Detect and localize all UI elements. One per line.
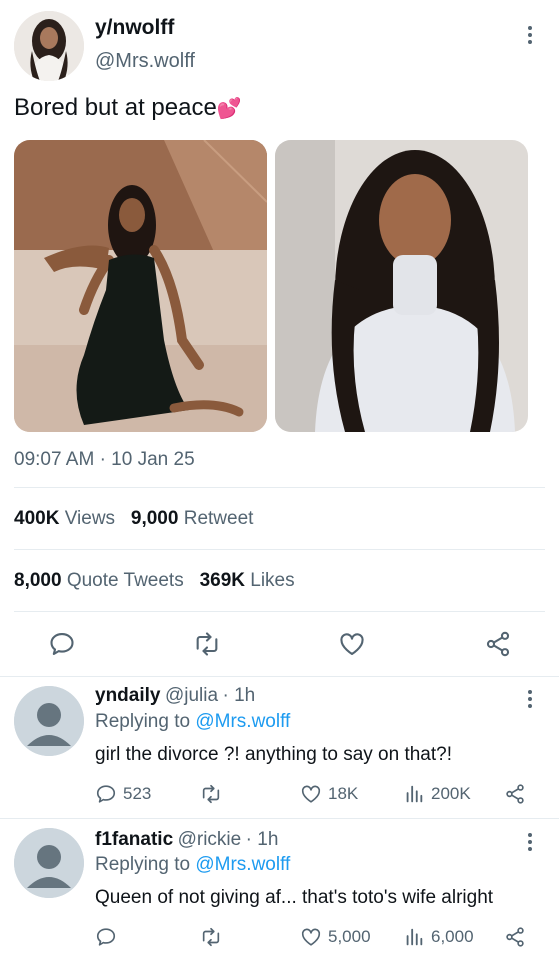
divider bbox=[0, 818, 559, 819]
quote-count: 8,000 bbox=[14, 570, 62, 591]
reply-button[interactable] bbox=[95, 926, 117, 948]
share-icon[interactable] bbox=[504, 926, 526, 953]
retweets-stat[interactable]: 9,000 Retweet bbox=[131, 508, 254, 529]
divider bbox=[14, 611, 545, 612]
tweet-text: Bored but at peace💕 bbox=[14, 94, 242, 122]
retweet-count: 9,000 bbox=[130, 508, 179, 529]
time-separator: · bbox=[99, 449, 106, 470]
views-icon bbox=[406, 928, 423, 946]
view-count: 6,000 bbox=[431, 927, 474, 946]
reply-text: Queen of not giving af... that's toto's … bbox=[95, 887, 494, 908]
like-icon bbox=[301, 785, 321, 803]
reply-time: · 1h bbox=[245, 829, 279, 850]
reply-header: yndaily @julia · 1h bbox=[95, 685, 255, 707]
share-icon[interactable] bbox=[504, 783, 526, 810]
reply-author-handle[interactable]: @julia bbox=[165, 685, 218, 706]
replying-to-link[interactable]: @Mrs.wolff bbox=[195, 854, 290, 875]
reply-header: f1fanatic @rickie · 1h bbox=[95, 829, 278, 851]
tweet-body: Bored but at peace bbox=[14, 94, 217, 121]
views-count: 400K bbox=[14, 508, 60, 529]
replying-to: Replying to @Mrs.wolff bbox=[95, 711, 290, 733]
like-button[interactable]: 18K bbox=[300, 783, 358, 805]
quote-label: Quote Tweets bbox=[66, 570, 184, 591]
likes-stat[interactable]: 369K Likes bbox=[200, 570, 295, 591]
retweet-button[interactable] bbox=[200, 926, 222, 948]
divider bbox=[14, 549, 545, 550]
like-icon[interactable] bbox=[338, 630, 366, 658]
divider bbox=[14, 487, 545, 488]
author-display-name[interactable]: y/nwolff bbox=[95, 16, 174, 40]
reply-text: girl the divorce ?! anything to say on t… bbox=[95, 744, 452, 765]
views-label: Views bbox=[64, 508, 116, 529]
like-icon bbox=[301, 928, 321, 946]
replying-prefix: Replying to bbox=[95, 711, 191, 732]
tweet-photo-2[interactable] bbox=[275, 140, 528, 432]
tweet-time: 09:07 AM bbox=[14, 449, 95, 470]
author-avatar[interactable] bbox=[14, 11, 84, 81]
reply-icon[interactable] bbox=[48, 630, 76, 658]
retweet-icon bbox=[202, 784, 220, 804]
reply-button[interactable]: 523 bbox=[95, 783, 151, 805]
two-hearts-emoji: 💕 bbox=[216, 98, 242, 120]
likes-label: Likes bbox=[250, 570, 295, 591]
like-button[interactable]: 5,000 bbox=[300, 926, 371, 948]
more-icon[interactable] bbox=[523, 690, 537, 708]
retweet-label: Retweet bbox=[183, 508, 254, 529]
reply-time: · 1h bbox=[222, 685, 256, 706]
reply-icon bbox=[96, 928, 116, 946]
more-icon[interactable] bbox=[523, 833, 537, 851]
like-count: 18K bbox=[328, 784, 359, 803]
reply-avatar-placeholder[interactable] bbox=[14, 828, 84, 898]
reply-avatar-placeholder[interactable] bbox=[14, 686, 84, 756]
quote-tweets-stat[interactable]: 8,000 Quote Tweets bbox=[14, 570, 184, 591]
like-count: 5,000 bbox=[328, 927, 371, 946]
views-icon bbox=[406, 785, 423, 803]
view-count: 200K bbox=[431, 784, 471, 803]
replying-to-link[interactable]: @Mrs.wolff bbox=[195, 711, 290, 732]
tweet-date: 10 Jan 25 bbox=[111, 449, 195, 470]
likes-count: 369K bbox=[199, 570, 245, 591]
reply-count: 523 bbox=[123, 784, 152, 803]
retweet-icon[interactable] bbox=[193, 630, 221, 658]
divider bbox=[0, 676, 559, 677]
stats-row-1: 400K Views 9,000 Retweet bbox=[14, 508, 253, 530]
reply-author-name[interactable]: f1fanatic bbox=[95, 829, 173, 850]
stats-row-2: 8,000 Quote Tweets 369K Likes bbox=[14, 570, 295, 592]
reply-icon bbox=[96, 785, 116, 803]
views-stat[interactable]: 400K Views bbox=[14, 508, 115, 529]
more-icon[interactable] bbox=[523, 26, 537, 44]
retweet-icon bbox=[202, 927, 220, 947]
reply-author-name[interactable]: yndaily bbox=[95, 685, 160, 706]
replying-to: Replying to @Mrs.wolff bbox=[95, 854, 290, 876]
reply-author-handle[interactable]: @rickie bbox=[178, 829, 242, 850]
views-button[interactable]: 200K bbox=[403, 783, 471, 805]
retweet-button[interactable] bbox=[200, 783, 222, 805]
views-button[interactable]: 6,000 bbox=[403, 926, 474, 948]
share-icon[interactable] bbox=[484, 630, 512, 658]
tweet-timestamp[interactable]: 09:07 AM · 10 Jan 25 bbox=[14, 449, 195, 471]
author-handle[interactable]: @Mrs.wolff bbox=[95, 50, 195, 73]
replying-prefix: Replying to bbox=[95, 854, 191, 875]
tweet-photo-1[interactable] bbox=[14, 140, 267, 432]
